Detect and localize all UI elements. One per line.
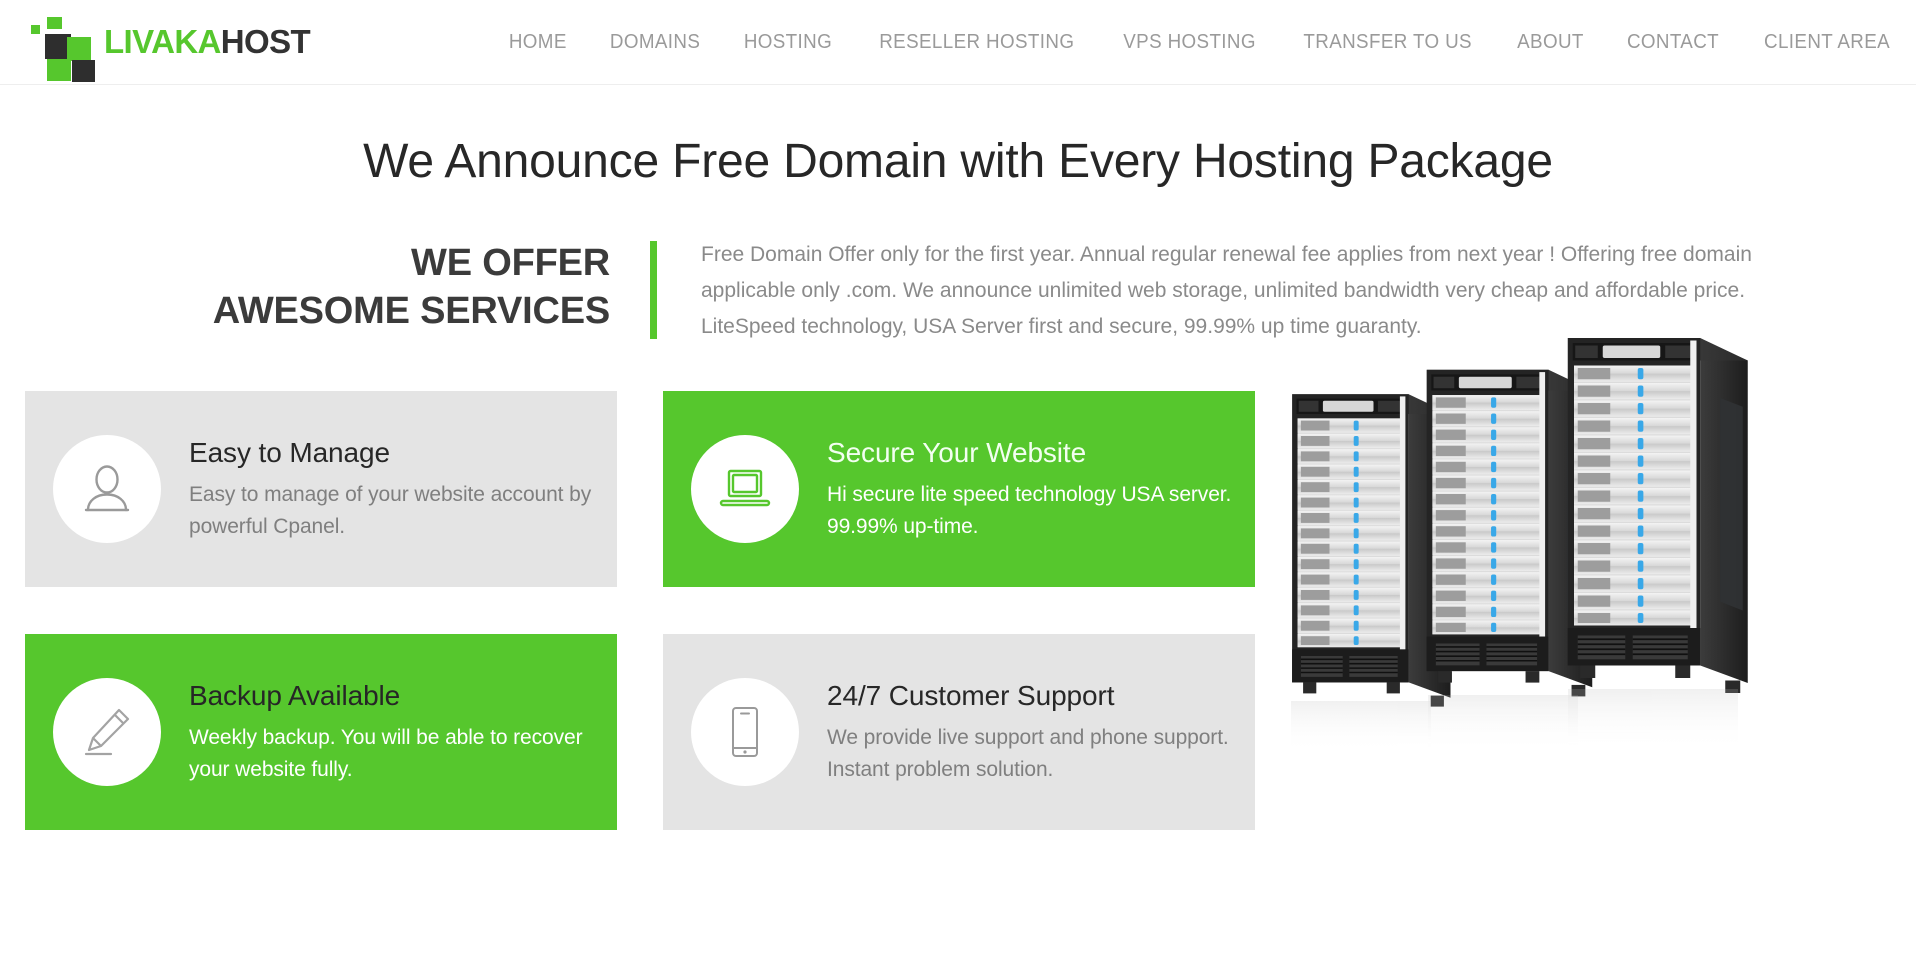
site-header: LIVAKAHOST HOME DOMAINS HOSTING RESELLER…: [0, 0, 1916, 85]
feature-icon-badge: [53, 435, 161, 544]
feature-icon-badge: [691, 435, 799, 544]
brand-name: LIVAKAHOST: [104, 23, 311, 61]
feature-card-text: 24/7 Customer Support We provide live su…: [827, 679, 1233, 786]
feature-card-secure-your-website[interactable]: Secure Your Website Hi secure lite speed…: [663, 391, 1255, 588]
feature-icon-badge: [691, 678, 799, 787]
nav-home[interactable]: HOME: [509, 31, 567, 54]
feature-card-easy-to-manage[interactable]: Easy to Manage Easy to manage of your we…: [25, 391, 617, 588]
feature-card-title: 24/7 Customer Support: [827, 679, 1115, 711]
feature-card-text: Secure Your Website Hi secure lite speed…: [827, 436, 1233, 543]
nav-transfer-to-us[interactable]: TRANSFER TO US: [1303, 31, 1472, 54]
feature-card-text: Backup Available Weekly backup. You will…: [189, 679, 595, 786]
feature-card-backup-available[interactable]: Backup Available Weekly backup. You will…: [25, 634, 617, 831]
feature-card-desc: We provide live support and phone suppor…: [827, 726, 1229, 782]
intro-heading-line-2: AWESOME SERVICES: [212, 290, 611, 333]
feature-card-customer-support[interactable]: 24/7 Customer Support We provide live su…: [663, 634, 1255, 831]
server-racks-image: [1273, 323, 1916, 763]
features-and-illustration: Easy to Manage Easy to manage of your we…: [0, 337, 1916, 831]
user-icon: [84, 465, 130, 512]
nav-contact[interactable]: CONTACT: [1627, 31, 1719, 54]
intro-heading-line-1: WE OFFER: [411, 242, 610, 284]
nav-about[interactable]: ABOUT: [1517, 31, 1584, 54]
nav-client-area[interactable]: CLIENT AREA: [1764, 31, 1890, 54]
feature-card-title: Secure Your Website: [827, 436, 1087, 468]
feature-card-title: Backup Available: [189, 679, 401, 711]
server-racks-illustration: [1291, 337, 1749, 754]
mobile-phone-icon: [732, 707, 758, 758]
intro-heading: WE OFFER AWESOME SERVICES: [160, 235, 650, 345]
main-navigation: HOME DOMAINS HOSTING RESELLER HOSTING VP…: [507, 31, 1894, 54]
brand-name-part-1: LIVAKA: [104, 23, 221, 60]
feature-card-text: Easy to Manage Easy to manage of your we…: [189, 436, 595, 543]
nav-reseller-hosting[interactable]: RESELLER HOSTING: [879, 31, 1074, 54]
feature-card-desc: Easy to manage of your website account b…: [189, 483, 592, 539]
feature-card-desc: Hi secure lite speed technology USA serv…: [827, 483, 1232, 539]
nav-hosting[interactable]: HOSTING: [744, 31, 832, 54]
feature-card-desc: Weekly backup. You will be able to recov…: [189, 726, 583, 782]
nav-domains[interactable]: DOMAINS: [610, 31, 700, 54]
logo-squares-icon: [25, 15, 95, 82]
page-title: We Announce Free Domain with Every Hosti…: [363, 135, 1553, 188]
brand-name-part-2: HOST: [220, 23, 311, 60]
laptop-icon: [719, 470, 771, 507]
feature-cards-grid: Easy to Manage Easy to manage of your we…: [25, 391, 1255, 831]
feature-icon-badge: [53, 678, 161, 787]
feature-card-title: Easy to Manage: [189, 436, 390, 468]
brand-logo[interactable]: LIVAKAHOST: [25, 15, 311, 82]
pencil-icon: [84, 709, 130, 756]
intro-accent-rule: [650, 241, 657, 340]
nav-vps-hosting[interactable]: VPS HOSTING: [1123, 31, 1256, 54]
